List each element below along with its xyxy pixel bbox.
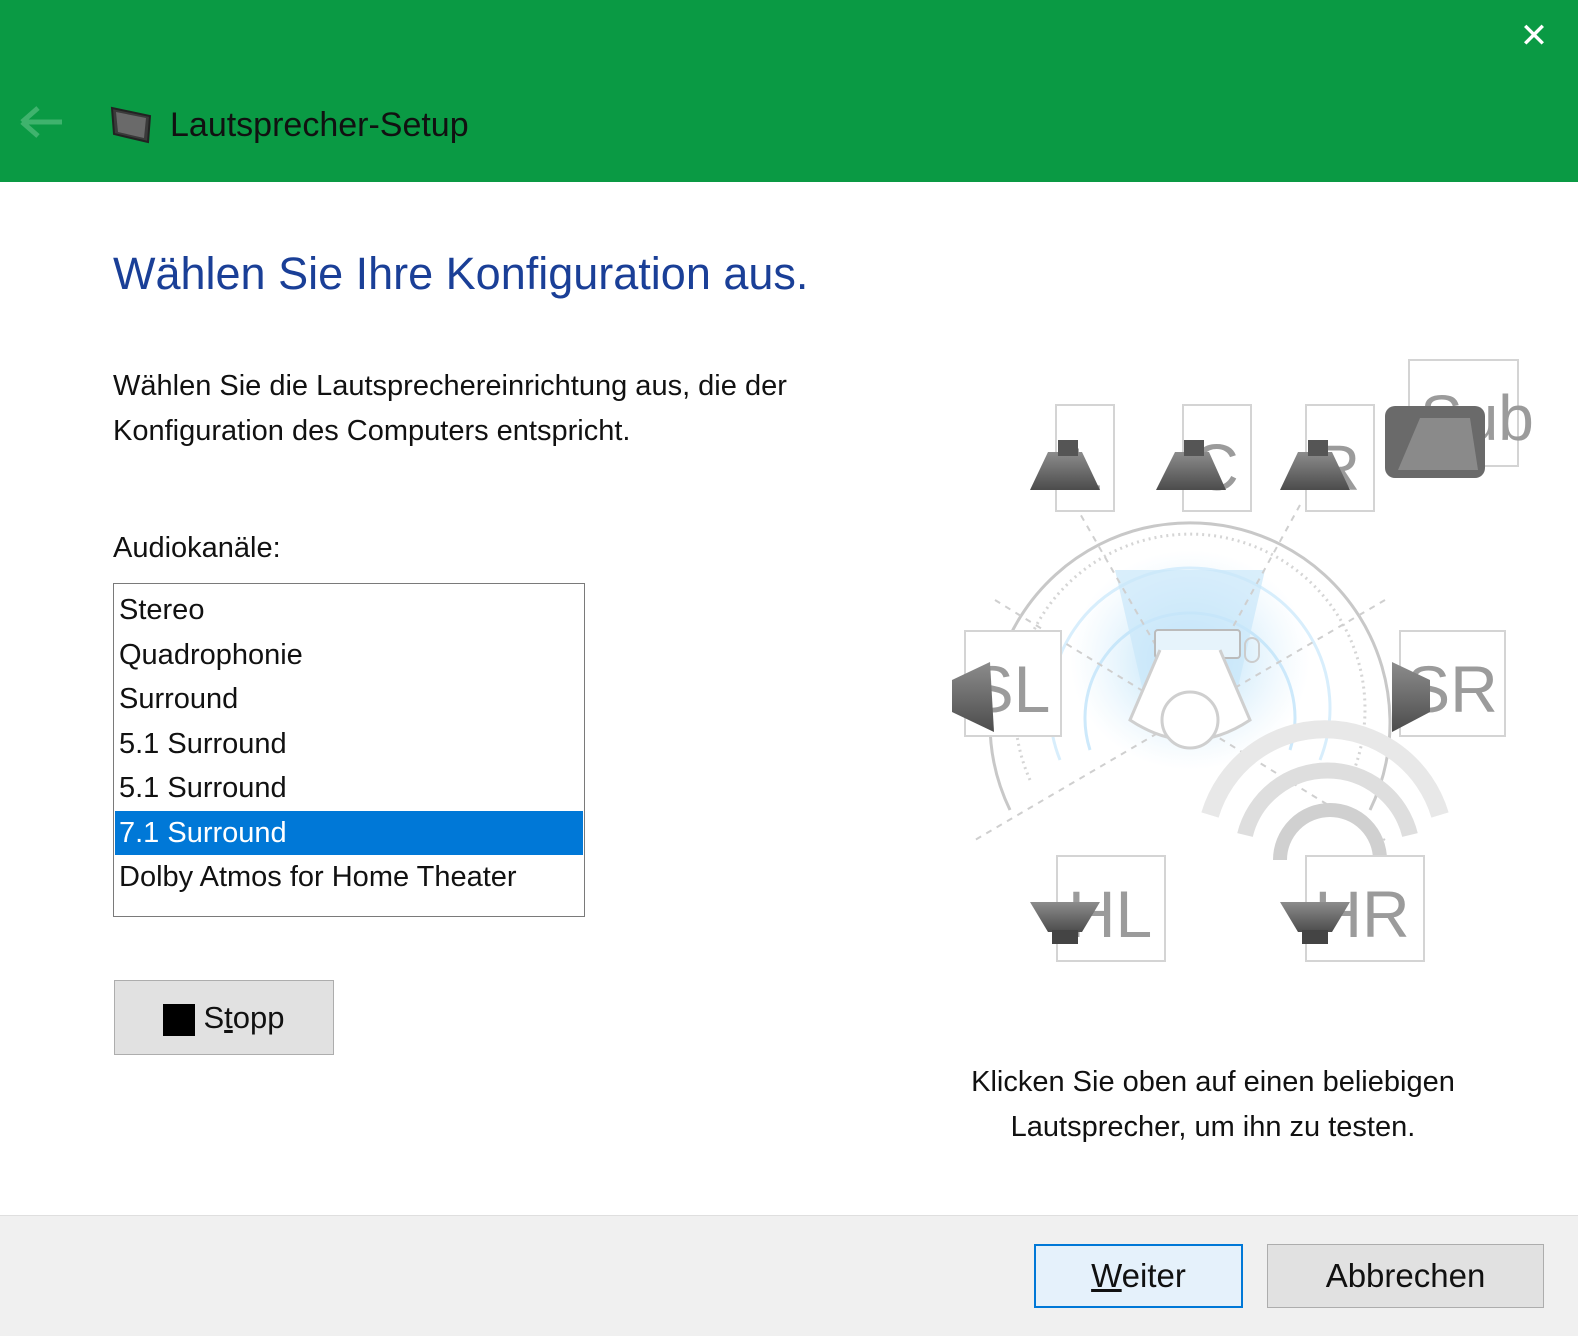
speaker-l[interactable]: L xyxy=(1030,404,1115,512)
channel-option-surround[interactable]: Surround xyxy=(115,677,583,722)
close-icon: ✕ xyxy=(1519,16,1549,56)
speaker-icon xyxy=(110,106,152,144)
speaker-sl[interactable]: SL xyxy=(952,630,1062,737)
speaker-diagram: L C R Sub SL SR HL xyxy=(952,359,1534,962)
audio-channels-listbox[interactable]: Stereo Quadrophonie Surround 5.1 Surroun… xyxy=(113,583,585,917)
speaker-hr[interactable]: HR xyxy=(1280,855,1425,962)
stop-label: Stopp xyxy=(203,999,285,1035)
channel-option-dolby-atmos[interactable]: Dolby Atmos for Home Theater xyxy=(115,855,583,900)
test-hint-line2: Lautsprecher, um ihn zu testen. xyxy=(1010,1111,1416,1143)
cancel-button[interactable]: Abbrechen xyxy=(1267,1244,1544,1308)
title-bar: Lautsprecher-Setup ✕ xyxy=(0,0,1578,182)
page-description: Wählen Sie die Lautsprechereinrichtung a… xyxy=(113,370,787,447)
speaker-sr[interactable]: SR xyxy=(1392,630,1506,737)
speaker-r[interactable]: R xyxy=(1280,404,1375,512)
stop-button[interactable]: Stopp xyxy=(114,980,334,1055)
channel-option-5-1-surround[interactable]: 5.1 Surround xyxy=(115,722,583,767)
channels-label: Audiokanäle: xyxy=(113,532,281,564)
window-title: Lautsprecher-Setup xyxy=(170,106,469,144)
close-button[interactable]: ✕ xyxy=(1516,18,1552,54)
back-button[interactable] xyxy=(18,100,66,144)
stop-icon xyxy=(163,1003,196,1036)
test-hint: Klicken Sie oben auf einen beliebigen La… xyxy=(922,1060,1504,1150)
channel-option-quadrophonie[interactable]: Quadrophonie xyxy=(115,633,583,678)
speaker-c[interactable]: C xyxy=(1156,404,1252,512)
speaker-sub[interactable]: Sub xyxy=(1385,359,1534,478)
channel-option-7-1-surround[interactable]: 7.1 Surround xyxy=(115,810,583,855)
next-label: Weiter xyxy=(1091,1257,1186,1294)
next-button[interactable]: Weiter xyxy=(1034,1244,1243,1308)
page-heading: Wählen Sie Ihre Konfiguration aus. xyxy=(113,248,809,299)
channel-option-5-1-surround-alt[interactable]: 5.1 Surround xyxy=(115,766,583,811)
test-hint-line1: Klicken Sie oben auf einen beliebigen xyxy=(971,1066,1455,1098)
back-arrow-icon xyxy=(20,106,62,138)
channel-option-stereo[interactable]: Stereo xyxy=(115,588,583,633)
speaker-hl[interactable]: HL xyxy=(1030,855,1166,962)
